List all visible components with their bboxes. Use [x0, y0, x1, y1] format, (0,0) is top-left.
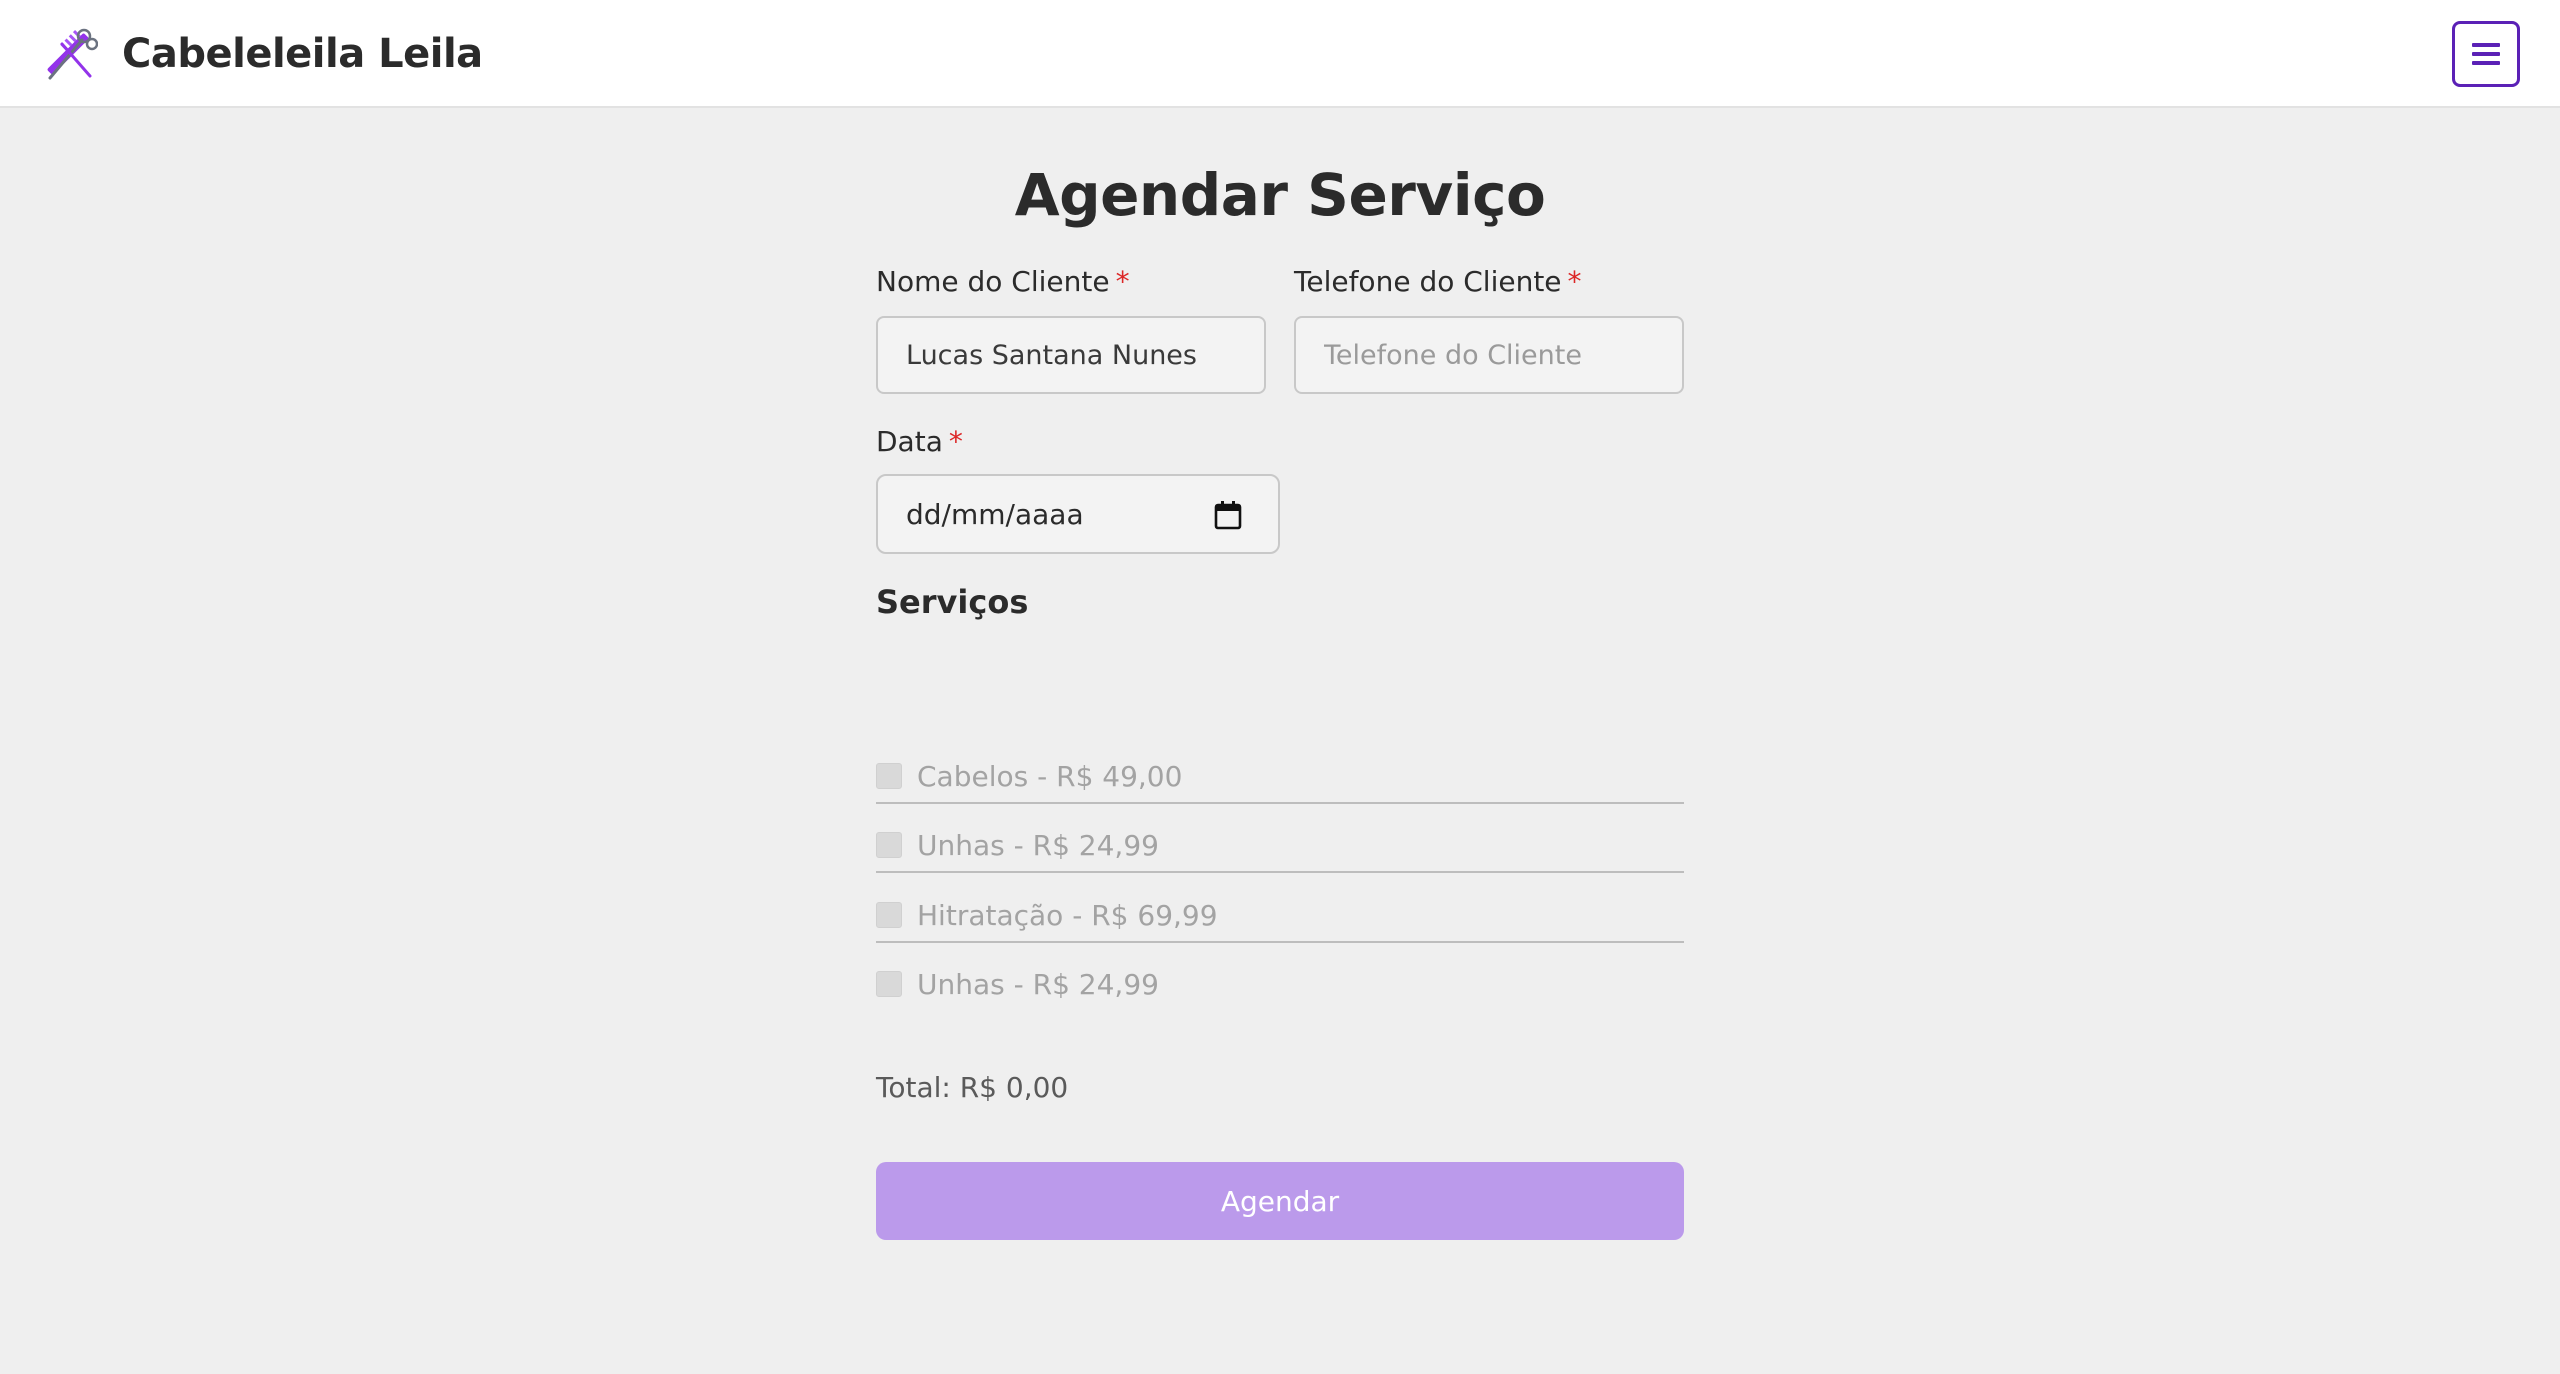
date-label: Data * [876, 424, 963, 460]
calendar-icon[interactable] [1214, 500, 1242, 530]
required-marker: * [1115, 265, 1130, 298]
date-input[interactable]: dd/mm/aaaa [876, 474, 1280, 554]
service-label: Hitratação - R$ 69,99 [917, 898, 1218, 932]
hamburger-menu-icon [2472, 43, 2500, 65]
services-title: Serviços [876, 583, 1029, 621]
service-label: Unhas - R$ 24,99 [917, 967, 1159, 1001]
date-value: dd/mm/aaaa [906, 497, 1084, 531]
top-navbar: Cabeleleila Leila [0, 0, 2560, 108]
name-label-text: Nome do Cliente [876, 265, 1110, 298]
service-checkbox[interactable] [876, 763, 902, 789]
required-marker: * [948, 425, 963, 458]
client-phone-input[interactable] [1294, 316, 1684, 394]
date-label-text: Data [876, 425, 943, 458]
menu-toggle-button[interactable] [2452, 21, 2520, 87]
client-name-input[interactable] [876, 316, 1266, 394]
scissors-comb-icon [47, 28, 98, 80]
name-label: Nome do Cliente * [876, 264, 1130, 300]
service-checkbox[interactable] [876, 832, 902, 858]
brand[interactable]: Cabeleleila Leila [38, 26, 483, 82]
total-price: Total: R$ 0,00 [876, 1071, 1069, 1104]
brand-title: Cabeleleila Leila [122, 31, 483, 77]
service-label: Unhas - R$ 24,99 [917, 828, 1159, 862]
phone-label-text: Telefone do Cliente [1294, 265, 1562, 298]
service-item[interactable]: Cabelos - R$ 49,00 [876, 750, 1684, 804]
service-item[interactable]: Unhas - R$ 24,99 [876, 819, 1684, 873]
service-checkbox[interactable] [876, 902, 902, 928]
service-label: Cabelos - R$ 49,00 [917, 759, 1183, 793]
phone-label: Telefone do Cliente * [1294, 264, 1582, 300]
page-title: Agendar Serviço [1014, 161, 1546, 229]
required-marker: * [1567, 265, 1582, 298]
schedule-button[interactable]: Agendar [876, 1162, 1684, 1240]
service-item[interactable]: Unhas - R$ 24,99 [876, 958, 1684, 1010]
service-checkbox[interactable] [876, 971, 902, 997]
service-item[interactable]: Hitratação - R$ 69,99 [876, 889, 1684, 943]
